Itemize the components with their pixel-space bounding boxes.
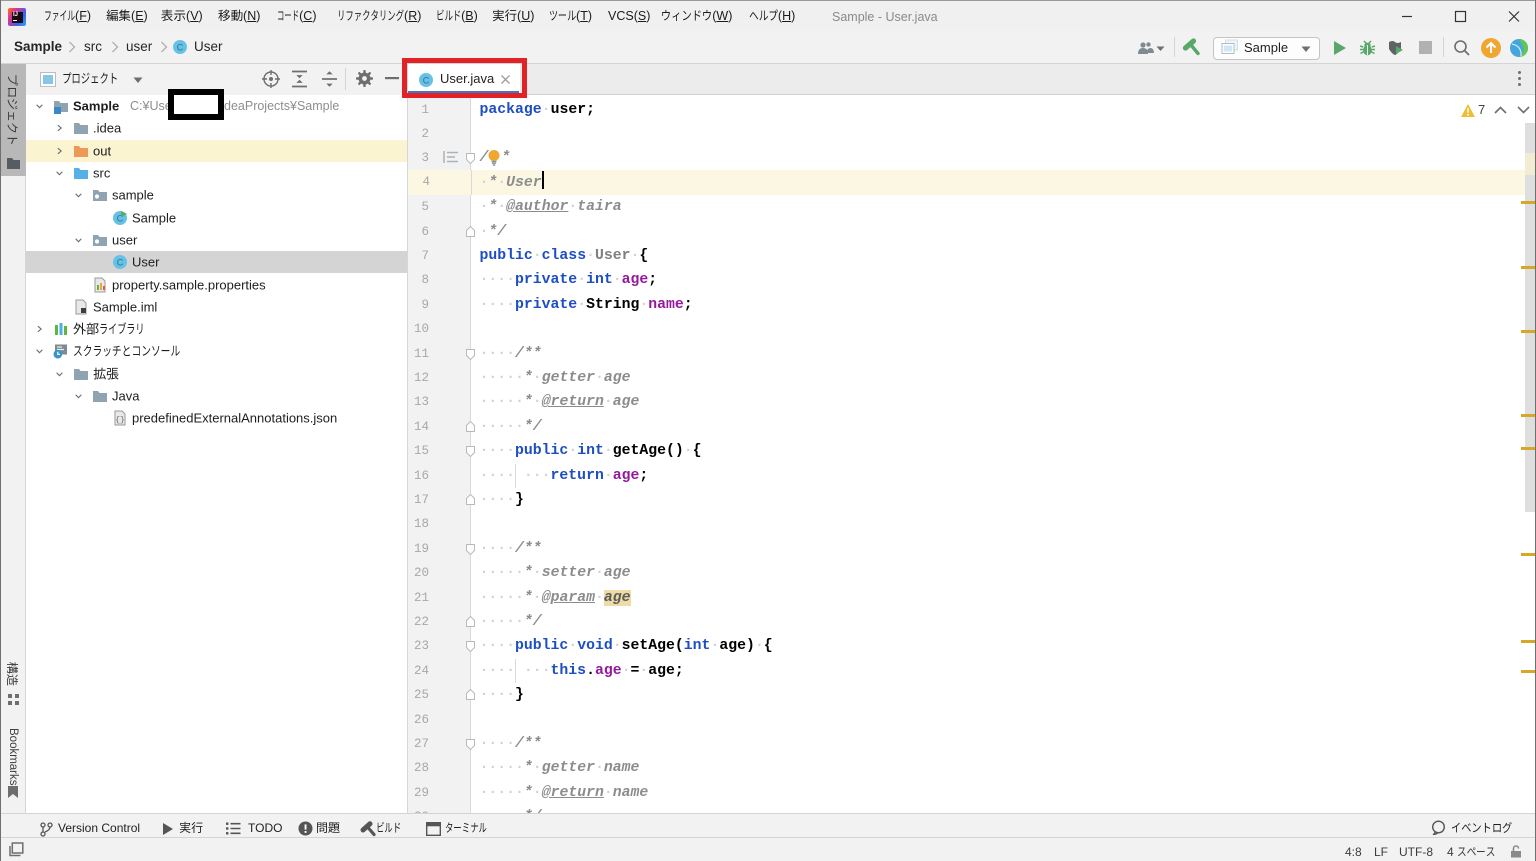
svg-text:{}: {} bbox=[115, 416, 125, 425]
svg-text:C: C bbox=[177, 43, 184, 53]
svg-text:C: C bbox=[117, 258, 124, 268]
